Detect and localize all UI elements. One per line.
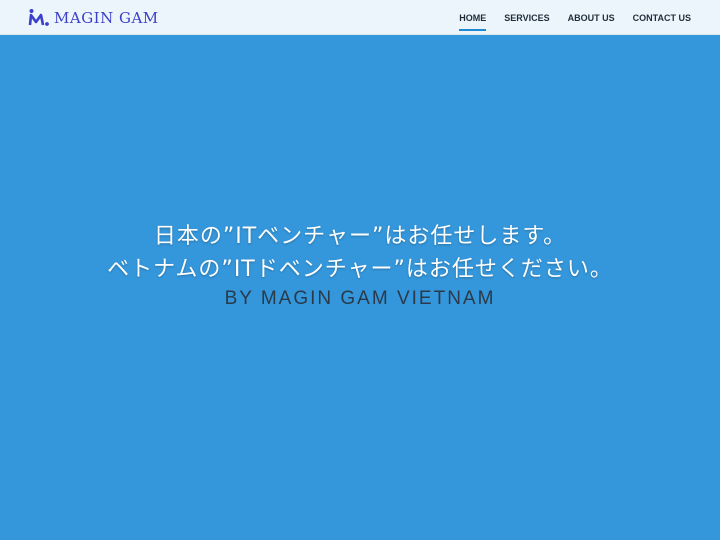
nav-about-us[interactable]: ABOUT US <box>568 7 615 29</box>
page: MAGIN GAM HOME SERVICES ABOUT US CONTACT… <box>0 0 720 540</box>
mg-logo-icon <box>28 8 50 28</box>
hero-heading-line-2: ベトナムの”ITドベンチャー”はお任せください。 <box>107 257 613 282</box>
brand-link[interactable]: MAGIN GAM <box>28 7 159 29</box>
navbar: MAGIN GAM HOME SERVICES ABOUT US CONTACT… <box>0 0 720 35</box>
hero-subtitle: BY MAGIN GAM VIETNAM <box>224 288 496 309</box>
hero: 日本の”ITベンチャー”はお任せします。 ベトナムの”ITドベンチャー”はお任せ… <box>0 220 720 310</box>
nav-contact-us[interactable]: CONTACT US <box>633 7 691 29</box>
brand-name: MAGIN GAM <box>54 9 159 27</box>
hero-heading-line-1: 日本の”ITベンチャー”はお任せします。 <box>153 224 567 249</box>
nav-home[interactable]: HOME <box>459 7 487 31</box>
nav-links: HOME SERVICES ABOUT US CONTACT US <box>459 0 691 35</box>
nav-services[interactable]: SERVICES <box>504 7 549 29</box>
